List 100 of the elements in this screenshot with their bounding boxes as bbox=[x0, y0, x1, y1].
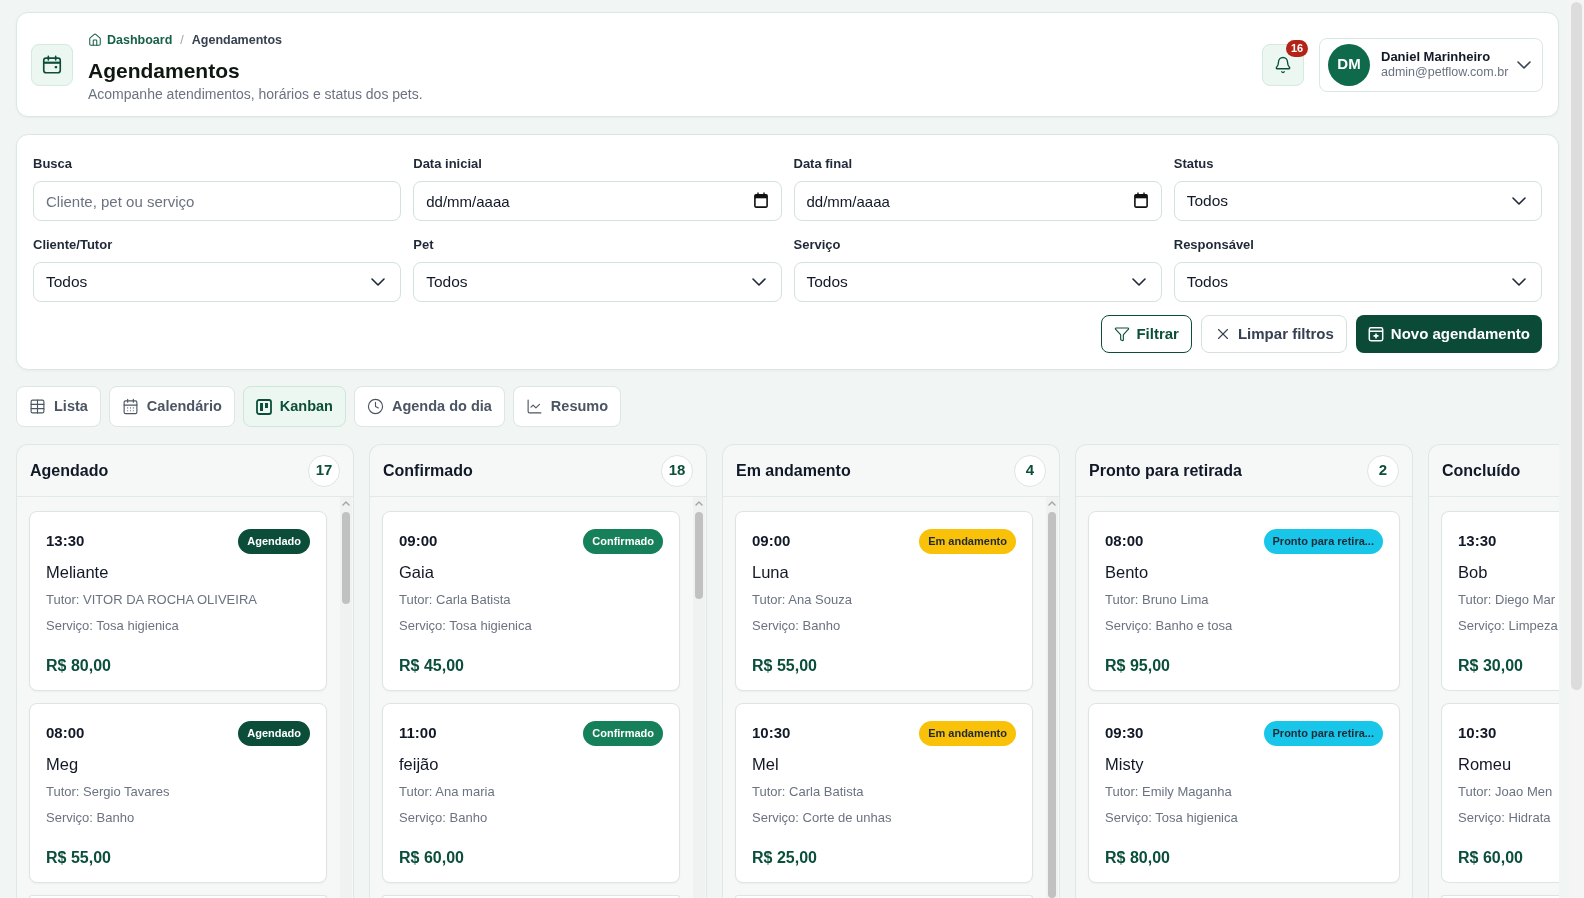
page-title: Agendamentos bbox=[88, 57, 241, 84]
field-label: Pet bbox=[413, 237, 435, 253]
appointment-card[interactable]: 10:30 Romeu Tutor: Joao Men Serviço: Hidrata R$ 60,00 bbox=[1441, 703, 1559, 883]
notification-count: 16 bbox=[1286, 39, 1309, 57]
price-text: R$ 55,00 bbox=[752, 656, 818, 676]
dropdown-field[interactable]: Todos bbox=[1173, 262, 1542, 302]
page-subtitle: Acompanhe atendimentos, horários e status dos pets. bbox=[88, 84, 423, 103]
status-badge: Pronto para retira... bbox=[1263, 720, 1383, 746]
tutor-text: Tutor: Carla Batista bbox=[752, 783, 865, 801]
service-text: Serviço: Tosa higienica bbox=[399, 617, 533, 635]
search-field[interactable]: Cliente, pet ou serviço bbox=[33, 181, 402, 221]
pet-name: Bob bbox=[1458, 562, 1489, 582]
count-badge: 2 bbox=[1367, 454, 1399, 487]
user-menu[interactable]: DM Daniel Marinheiro admin@petflow.com.br bbox=[1319, 37, 1543, 92]
scrollbar-thumb[interactable] bbox=[695, 512, 703, 599]
appointment-time: 13:30 bbox=[1458, 530, 1497, 551]
column-title: Agendado bbox=[30, 460, 109, 481]
pet-name: Romeu bbox=[1458, 754, 1513, 774]
appointment-card[interactable]: 08:00 Pronto para retira... Bento Tutor: Bruno Lima Serviço: Banho e tosa R$ 95,00 bbox=[1088, 511, 1400, 691]
service-text: Serviço: Banho bbox=[752, 617, 842, 635]
appointment-time: 11:00 bbox=[399, 722, 437, 743]
funnel-icon bbox=[1114, 326, 1131, 342]
kanban-icon bbox=[255, 398, 272, 415]
pet-name: Misty bbox=[1105, 754, 1145, 774]
appointment-time: 08:00 bbox=[46, 722, 85, 743]
field-label: Serviço bbox=[793, 237, 842, 253]
date-field[interactable]: dd/mm/aaaa bbox=[413, 181, 782, 221]
status-badge: Pronto para retira... bbox=[1263, 528, 1383, 554]
appointment-card[interactable]: 13:30 Agendado Meliante Tutor: VITOR DA ROCHA OLIVEIRA Serviço: Tosa higienica R$ 80,00 bbox=[29, 511, 327, 691]
breadcrumb-current: Agendamentos bbox=[191, 31, 283, 49]
tutor-text: Tutor: Joao Men bbox=[1458, 783, 1554, 801]
view-tab[interactable]: Resumo bbox=[512, 386, 622, 427]
view-tab[interactable]: Lista bbox=[16, 386, 101, 427]
count-badge: 18 bbox=[661, 454, 693, 487]
service-text: Serviço: Banho e tosa bbox=[1105, 617, 1234, 635]
appointment-card[interactable]: 13:30 Bob Tutor: Diego Mar Serviço: Limpeza R$ 30,00 bbox=[1441, 511, 1559, 691]
dropdown-field[interactable]: Todos bbox=[33, 262, 402, 302]
caret-up-icon bbox=[695, 501, 703, 506]
appointment-time: 09:00 bbox=[752, 530, 791, 551]
service-text: Serviço: Hidrata bbox=[1458, 809, 1552, 827]
date-field[interactable]: dd/mm/aaaa bbox=[793, 181, 1162, 221]
chevron-down-icon bbox=[1131, 278, 1146, 286]
tutor-text: Tutor: Diego Mar bbox=[1458, 591, 1557, 609]
new-appointment-button[interactable]: Novo agendamento bbox=[1355, 315, 1542, 353]
tutor-text: Tutor: Ana maria bbox=[399, 783, 496, 801]
scrollbar[interactable] bbox=[693, 497, 705, 898]
field-label: Data final bbox=[793, 156, 853, 172]
home-icon bbox=[88, 32, 102, 47]
scrollbar[interactable] bbox=[1569, 0, 1584, 898]
chevron-down-icon bbox=[1512, 278, 1526, 286]
view-tab[interactable]: Kanban bbox=[242, 386, 346, 427]
appointment-card[interactable]: 09:30 Pronto para retira... Misty Tutor: Emily Maganha Serviço: Tosa higienica R$ 80,00 bbox=[1088, 703, 1400, 883]
scrollbar-thumb[interactable] bbox=[1571, 2, 1582, 690]
table-icon bbox=[29, 398, 46, 415]
appointment-card[interactable]: 09:00 Em andamento Luna Tutor: Ana Souza Serviço: Banho R$ 55,00 bbox=[735, 511, 1033, 691]
scrollbar[interactable] bbox=[340, 497, 352, 898]
scrollbar-thumb[interactable] bbox=[1048, 512, 1056, 898]
pet-name: feijão bbox=[399, 754, 440, 774]
status-badge: Em andamento bbox=[919, 528, 1016, 554]
column-title: Pronto para retirada bbox=[1089, 460, 1242, 481]
tutor-text: Tutor: Carla Batista bbox=[399, 591, 512, 609]
appointment-card[interactable]: 10:30 Em andamento Mel Tutor: Carla Batista Serviço: Corte de unhas R$ 25,00 bbox=[735, 703, 1033, 883]
dropdown-field[interactable]: Todos bbox=[793, 262, 1162, 302]
service-text: Serviço: Banho bbox=[399, 809, 489, 827]
tutor-text: Tutor: Sergio Tavares bbox=[46, 783, 171, 801]
filter-button[interactable]: Filtrar bbox=[1101, 315, 1192, 353]
appointment-card[interactable]: 09:00 Confirmado Gaia Tutor: Carla Batista Serviço: Tosa higienica R$ 45,00 bbox=[382, 511, 680, 691]
service-text: Serviço: Banho bbox=[46, 809, 136, 827]
appointment-card[interactable]: 11:00 Confirmado feijão Tutor: Ana maria Serviço: Banho R$ 60,00 bbox=[382, 703, 680, 883]
status-badge: Em andamento bbox=[919, 720, 1016, 746]
tutor-text: Tutor: Bruno Lima bbox=[1105, 591, 1210, 609]
field-label: Busca bbox=[33, 156, 74, 172]
status-badge: Confirmado bbox=[583, 528, 663, 554]
chevron-down-icon bbox=[1517, 60, 1531, 69]
user-name: Daniel Marinheiro bbox=[1381, 49, 1491, 65]
clear-filters-button[interactable]: Limpar filtros bbox=[1200, 315, 1347, 353]
price-text: R$ 60,00 bbox=[1458, 848, 1524, 868]
column-title: Concluído bbox=[1442, 460, 1521, 481]
field-label: Status bbox=[1173, 156, 1215, 172]
view-tab[interactable]: Calendário bbox=[108, 386, 235, 427]
caret-up-icon bbox=[1048, 501, 1056, 506]
price-text: R$ 80,00 bbox=[46, 656, 112, 676]
view-tab[interactable]: Agenda do dia bbox=[353, 386, 505, 427]
service-text: Serviço: Tosa higienica bbox=[46, 617, 180, 635]
status-badge: Confirmado bbox=[583, 720, 663, 746]
scrollbar-thumb[interactable] bbox=[342, 512, 350, 604]
appointment-card[interactable]: 08:00 Agendado Meg Tutor: Sergio Tavares Serviço: Banho R$ 55,00 bbox=[29, 703, 327, 883]
dropdown-field[interactable]: Todos bbox=[413, 262, 782, 302]
scrollbar[interactable] bbox=[1046, 497, 1058, 898]
breadcrumb-link[interactable]: Dashboard bbox=[88, 30, 173, 49]
price-text: R$ 45,00 bbox=[399, 656, 465, 676]
appointment-time: 13:30 bbox=[46, 530, 85, 551]
price-text: R$ 95,00 bbox=[1105, 656, 1171, 676]
tutor-text: Tutor: VITOR DA ROCHA OLIVEIRA bbox=[46, 591, 258, 609]
pet-name: Meg bbox=[46, 754, 80, 774]
calendar-plus-icon bbox=[1367, 326, 1384, 342]
column-title: Em andamento bbox=[736, 460, 851, 481]
dropdown-field[interactable]: Todos bbox=[1173, 181, 1542, 221]
column-title: Confirmado bbox=[383, 460, 473, 481]
appointment-time: 08:00 bbox=[1105, 530, 1144, 551]
